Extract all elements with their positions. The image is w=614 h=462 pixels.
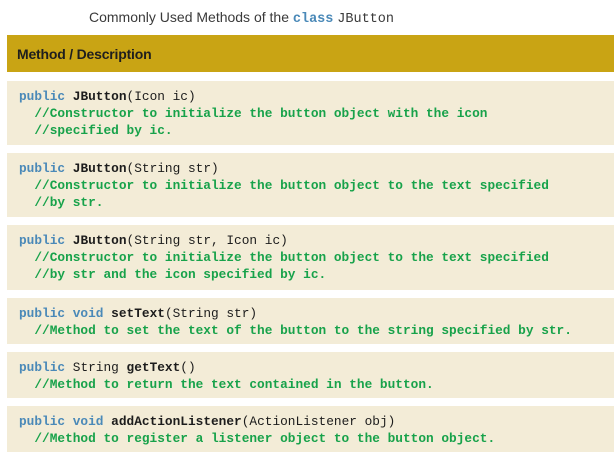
method-signature: public JButton(String str): [19, 160, 614, 177]
table-row: public JButton(String str, Icon ic) //Co…: [7, 225, 614, 290]
method-comment: //specified by ic.: [34, 123, 173, 138]
method-params: (): [180, 360, 196, 375]
caption-prefix: Commonly Used Methods of the: [89, 9, 289, 25]
method-signature: public JButton(Icon ic): [19, 88, 614, 105]
table-row: public String getText() //Method to retu…: [7, 352, 614, 398]
method-params: (ActionListener obj): [241, 414, 396, 429]
table-row: public JButton(String str) //Constructor…: [7, 153, 614, 217]
method-signature: public void setText(String str): [19, 305, 614, 322]
method-comment: //Method to register a listener object t…: [34, 431, 496, 446]
method-comment: //Method to return the text contained in…: [34, 377, 434, 392]
method-params: (String str, Icon ic): [126, 233, 288, 248]
method-name: addActionListener: [111, 414, 242, 429]
method-modifiers: public void: [19, 414, 104, 429]
method-comment: //by str and the icon specified by ic.: [34, 267, 327, 282]
method-name: JButton: [72, 233, 127, 248]
method-signature: public JButton(String str, Icon ic): [19, 232, 614, 249]
method-signature: public String getText(): [19, 359, 614, 376]
method-comment: //Constructor to initialize the button o…: [34, 106, 488, 121]
table-row: public void addActionListener(ActionList…: [7, 406, 614, 452]
method-name: setText: [111, 306, 165, 321]
table-row: public JButton(Icon ic) //Constructor to…: [7, 81, 614, 145]
methods-table: Method / Description public JButton(Icon…: [7, 35, 614, 452]
caption-keyword: class: [292, 12, 334, 27]
method-signature: public void addActionListener(ActionList…: [19, 413, 614, 430]
method-name: getText: [126, 360, 181, 375]
method-modifiers: public: [19, 89, 66, 104]
method-modifiers: public: [19, 233, 66, 248]
method-params: (String str): [164, 306, 258, 321]
method-modifiers: public: [19, 161, 66, 176]
table-row: public void setText(String str) //Method…: [7, 298, 614, 344]
method-comment: //by str.: [34, 195, 104, 210]
method-params: (Icon ic): [126, 89, 196, 104]
method-name: JButton: [72, 161, 127, 176]
table-header: Method / Description: [7, 35, 614, 72]
method-return-type: String: [72, 360, 119, 375]
method-name: JButton: [72, 89, 127, 104]
caption-class-name: JButton: [337, 12, 394, 27]
method-modifiers: public: [19, 360, 66, 375]
method-comment: //Constructor to initialize the button o…: [34, 250, 549, 265]
method-modifiers: public void: [19, 306, 104, 321]
table-caption: Commonly Used Methods of the class JButt…: [89, 7, 394, 27]
method-comment: //Method to set the text of the button t…: [34, 323, 572, 338]
method-params: (String str): [126, 161, 219, 176]
method-comment: //Constructor to initialize the button o…: [34, 178, 549, 193]
